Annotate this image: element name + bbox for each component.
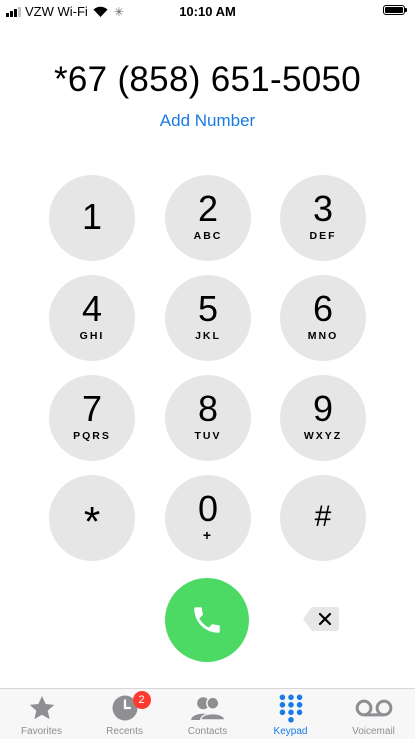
key-letters: TUV <box>194 430 222 442</box>
tab-voicemail[interactable]: Voicemail <box>332 689 415 739</box>
voicemail-icon <box>355 699 392 717</box>
key-digit: 4 <box>81 288 103 329</box>
key-digit: 0 <box>197 488 219 529</box>
tab-favorites[interactable]: Favorites <box>0 689 83 739</box>
recents-badge: 2 <box>132 691 151 709</box>
key-letters: GHI <box>79 330 105 342</box>
key-letters: MNO <box>307 330 339 342</box>
key-7[interactable]: 7 PQRS <box>49 375 135 461</box>
key-letters: + <box>202 527 214 543</box>
key-3[interactable]: 3 DEF <box>280 175 366 261</box>
key-letters: JKL <box>195 330 221 342</box>
tab-recents[interactable]: 2 Recents <box>83 689 166 739</box>
contacts-icon <box>190 696 226 721</box>
key-digit: 7 <box>81 388 103 429</box>
key-letters: ABC <box>193 230 223 242</box>
battery-icon <box>383 5 407 15</box>
phone-icon <box>194 607 220 633</box>
tab-label: Contacts <box>187 726 228 737</box>
status-time: 10:10 AM <box>179 4 236 19</box>
key-digit: 2 <box>197 188 219 229</box>
key-digit: # <box>314 500 332 533</box>
keypad-icon <box>279 694 302 723</box>
tab-label: Voicemail <box>352 726 395 737</box>
add-number-container: Add Number <box>0 111 415 131</box>
tab-bar: Favorites 2 Recents Contacts Keypad Voic… <box>0 688 415 739</box>
key-letters: PQRS <box>73 430 111 442</box>
tab-label: Favorites <box>20 726 63 737</box>
key-4[interactable]: 4 GHI <box>49 275 135 361</box>
key-8[interactable]: 8 TUV <box>165 375 251 461</box>
key-digit: 6 <box>312 288 334 329</box>
key-hash[interactable]: # <box>280 475 366 561</box>
key-letters: DEF <box>309 230 337 242</box>
key-5[interactable]: 5 JKL <box>165 275 251 361</box>
tab-contacts[interactable]: Contacts <box>166 689 249 739</box>
tab-keypad[interactable]: Keypad <box>249 689 332 739</box>
dialed-number: *67 (858) 651-5050 <box>53 60 362 99</box>
key-0[interactable]: 0 + <box>165 475 251 561</box>
key-letters: WXYZ <box>303 430 343 442</box>
key-1[interactable]: 1 <box>49 175 135 261</box>
key-digit: 3 <box>312 188 334 229</box>
star-icon <box>29 696 54 720</box>
delete-backspace-icon[interactable] <box>302 606 340 632</box>
key-star[interactable]: * <box>49 475 135 561</box>
call-button[interactable] <box>165 578 249 662</box>
status-bar: VZW Wi-Fi ✳ 10:10 AM <box>0 0 415 22</box>
key-9[interactable]: 9 WXYZ <box>280 375 366 461</box>
key-digit: 5 <box>197 288 219 329</box>
tab-label: Recents <box>106 726 143 737</box>
key-digit: * <box>83 498 101 545</box>
key-digit: 8 <box>197 388 219 429</box>
add-number-link[interactable]: Add Number <box>160 111 255 130</box>
tab-label: Keypad <box>273 726 308 737</box>
key-6[interactable]: 6 MNO <box>280 275 366 361</box>
key-2[interactable]: 2 ABC <box>165 175 251 261</box>
key-digit: 9 <box>312 388 334 429</box>
key-digit: 1 <box>81 196 103 237</box>
